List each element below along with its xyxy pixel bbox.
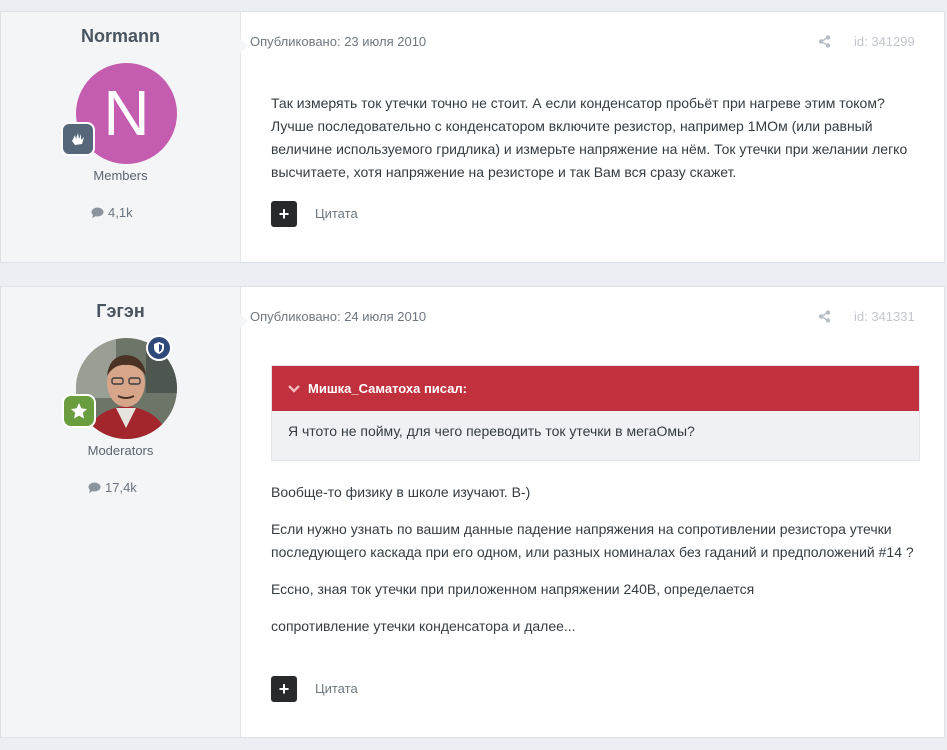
quote-block: Мишка_Саматоха писал: Я чтото не пойму, … xyxy=(271,365,920,461)
post-paragraph: Ессно, зная ток утечки при приложенном н… xyxy=(271,581,755,597)
post-count-value: 17,4k xyxy=(105,480,137,495)
group-title: Moderators xyxy=(87,443,154,458)
quote-text: Я чтото не пойму, для чего переводить то… xyxy=(288,423,695,439)
post-count: 4,1k xyxy=(91,205,133,220)
post-paragraph: сопротивление утечки конденсатора и дале… xyxy=(271,618,576,634)
chevron-down-icon[interactable] xyxy=(288,381,300,396)
multiquote-button[interactable]: + xyxy=(271,676,297,702)
post: Normann N Members 4,1k Опубликовано: 23 … xyxy=(0,11,945,263)
comment-icon xyxy=(88,482,101,493)
author-panel: Normann N Members 4,1k xyxy=(1,12,241,262)
hand-rank-icon xyxy=(61,122,95,156)
post-arrow xyxy=(239,313,248,329)
quote-link[interactable]: Цитата xyxy=(315,206,358,221)
post-arrow xyxy=(239,38,248,54)
author-panel: Гэгэн Moderators 17,4k xyxy=(1,287,241,737)
post-id: id: 341299 xyxy=(854,34,915,49)
share-icon[interactable] xyxy=(818,310,831,328)
moderator-shield-icon xyxy=(146,335,172,361)
share-icon[interactable] xyxy=(818,35,831,53)
quote-header[interactable]: Мишка_Саматоха писал: xyxy=(272,366,919,411)
group-title: Members xyxy=(93,168,148,183)
quote-author: Мишка_Саматоха писал: xyxy=(308,381,468,396)
post-body: Вообще-то физику в школе изучают. B-) Ес… xyxy=(271,481,921,638)
post-body: Так измерять ток утечки точно не стоит. … xyxy=(271,92,921,184)
author-name[interactable]: Гэгэн xyxy=(1,301,240,322)
post-date[interactable]: Опубликовано: 23 июля 2010 xyxy=(250,34,426,49)
plus-icon: + xyxy=(278,204,290,224)
post: Гэгэн Moderators 17,4k Опубликовано: 24 … xyxy=(0,286,945,738)
author-name[interactable]: Normann xyxy=(1,26,240,47)
star-rank-icon xyxy=(62,394,96,428)
post-paragraph: Если нужно узнать по вашим данные падени… xyxy=(271,521,914,560)
post-paragraph: Вообще-то физику в школе изучают. B-) xyxy=(271,484,531,500)
quote-link[interactable]: Цитата xyxy=(315,681,358,696)
post-id: id: 341331 xyxy=(854,309,915,324)
plus-icon: + xyxy=(278,679,290,699)
comment-icon xyxy=(91,207,104,218)
post-count: 17,4k xyxy=(88,480,137,495)
post-date[interactable]: Опубликовано: 24 июля 2010 xyxy=(250,309,426,324)
post-paragraph: Так измерять ток утечки точно не стоит. … xyxy=(271,95,908,180)
post-count-value: 4,1k xyxy=(108,205,133,220)
multiquote-button[interactable]: + xyxy=(271,201,297,227)
